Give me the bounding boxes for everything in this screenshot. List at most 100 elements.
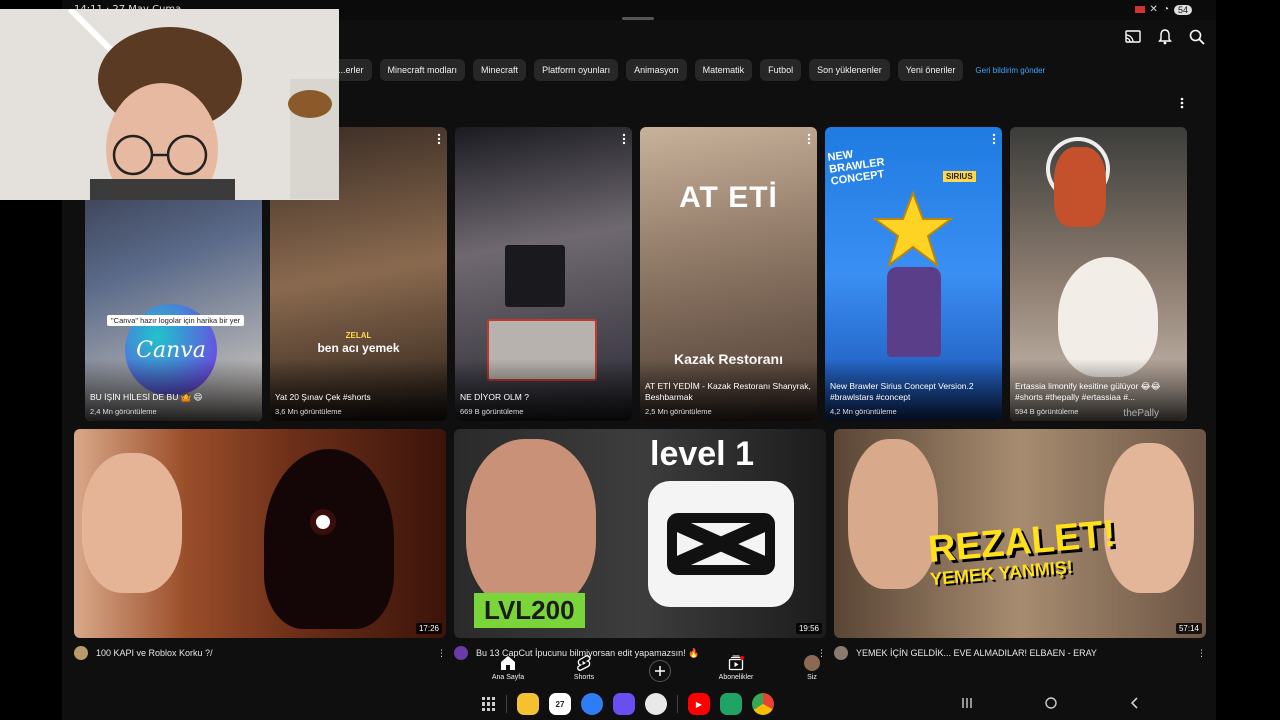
capcut-logo bbox=[648, 481, 794, 607]
notes-app-icon[interactable] bbox=[517, 693, 539, 715]
short-overlay-title: AT ETİ bbox=[679, 181, 778, 214]
chrome-app-icon[interactable] bbox=[752, 693, 774, 715]
nav-label: Ana Sayfa bbox=[491, 674, 525, 681]
short-views: 594 B görüntüleme bbox=[1015, 407, 1079, 416]
section-more-icon[interactable] bbox=[1180, 96, 1190, 112]
short-caption: "Canva" hazır logolar için harika bir ye… bbox=[107, 315, 245, 326]
chip-recently-uploaded[interactable]: Son yüklenenler bbox=[809, 59, 890, 81]
messages-app-icon[interactable] bbox=[581, 693, 603, 715]
face-shape bbox=[466, 439, 596, 609]
wifi-icon: ◔ bbox=[1162, 4, 1169, 15]
watermark-text: thePally bbox=[1123, 408, 1159, 419]
video-title: YEMEK İÇİN GELDİK... EVE ALMADILAR! ELBA… bbox=[856, 648, 1097, 658]
short-card[interactable]: AT ETİ Kazak Restoranı AT ETİ YEDİM - Ka… bbox=[640, 127, 817, 421]
video-overlay-title: level 1 bbox=[650, 435, 754, 473]
more-icon[interactable] bbox=[622, 133, 626, 145]
youtube-app-icon[interactable]: ▶ bbox=[688, 693, 710, 715]
short-views: 669 B görüntüleme bbox=[460, 407, 524, 416]
channel-avatar[interactable] bbox=[834, 646, 848, 660]
feedback-link[interactable]: Geri bildirim gönder bbox=[971, 66, 1049, 75]
calendar-app-icon[interactable]: 27 bbox=[549, 693, 571, 715]
monster-shape bbox=[264, 449, 394, 629]
dock-divider bbox=[506, 695, 507, 713]
nav-home[interactable]: Ana Sayfa bbox=[488, 654, 528, 681]
short-title: Ertassia limonify kesitine gülüyor 😂😂 #s… bbox=[1015, 381, 1161, 402]
nav-label: Shorts bbox=[573, 674, 595, 681]
video-meta[interactable]: 100 KAPI ve Roblox Korku ?/ ⋮ bbox=[74, 646, 446, 660]
more-icon[interactable]: ⋮ bbox=[437, 648, 446, 659]
short-overlay-text: ben acı yemek bbox=[317, 341, 400, 355]
more-icon[interactable]: ⋮ bbox=[1197, 648, 1206, 659]
chip-math[interactable]: Matematik bbox=[694, 59, 753, 81]
chat-panel bbox=[505, 245, 565, 307]
nav-subscriptions[interactable]: Abonelikler bbox=[716, 654, 756, 681]
video-thumbnail[interactable]: level 1 LVL200 19:56 bbox=[454, 429, 826, 638]
nav-you[interactable]: Siz bbox=[792, 654, 832, 681]
nav-label: Siz bbox=[807, 674, 817, 681]
short-views: 2,5 Mn görüntüleme bbox=[645, 407, 712, 416]
browser-app-icon[interactable] bbox=[613, 693, 635, 715]
short-title: Yat 20 Şınav Çek #shorts bbox=[275, 392, 371, 402]
more-icon[interactable] bbox=[992, 133, 996, 145]
shorts-icon bbox=[575, 654, 593, 672]
mute-icon: ✕ bbox=[1149, 4, 1158, 15]
webcam-overlay bbox=[0, 9, 339, 200]
more-icon[interactable] bbox=[807, 133, 811, 145]
nav-shorts[interactable]: Shorts bbox=[564, 654, 604, 681]
battery-badge: 54 bbox=[1173, 4, 1192, 15]
chip-animation[interactable]: Animasyon bbox=[626, 59, 687, 81]
face-shape bbox=[82, 453, 182, 593]
chip-minecraft[interactable]: Minecraft bbox=[473, 59, 527, 81]
video-duration: 57:14 bbox=[1175, 623, 1202, 634]
face-shape bbox=[1104, 443, 1194, 593]
camera-app-icon[interactable] bbox=[645, 693, 667, 715]
bell-icon[interactable] bbox=[1156, 28, 1174, 46]
short-card[interactable]: NE DİYOR OLM ? 669 B görüntüleme bbox=[455, 127, 632, 421]
system-taskbar: 27 ▶ bbox=[62, 688, 1216, 720]
drag-handle[interactable] bbox=[622, 17, 654, 20]
short-overlay-badge: SIRIUS bbox=[943, 171, 976, 182]
chip-minecraft-mods[interactable]: Minecraft modları bbox=[379, 59, 466, 81]
monster-eye bbox=[310, 509, 336, 535]
short-title: New Brawler Sirius Concept Version.2 #br… bbox=[830, 381, 974, 402]
store-app-icon[interactable] bbox=[720, 693, 742, 715]
short-card[interactable]: NEW BRAWLER CONCEPT SIRIUS New Brawler S… bbox=[825, 127, 1002, 421]
chip-new-recommendations[interactable]: Yeni öneriler bbox=[897, 59, 964, 81]
home-button-icon[interactable] bbox=[1044, 696, 1062, 712]
cast-icon[interactable] bbox=[1124, 28, 1142, 46]
character-body bbox=[887, 267, 941, 357]
channel-avatar[interactable] bbox=[454, 646, 468, 660]
chip-platform-games[interactable]: Platform oyunları bbox=[534, 59, 619, 81]
flag-icon bbox=[1134, 6, 1145, 13]
video-meta[interactable]: YEMEK İÇİN GELDİK... EVE ALMADILAR! ELBA… bbox=[834, 646, 1206, 660]
chip-football[interactable]: Futbol bbox=[760, 59, 802, 81]
star-character-icon bbox=[873, 190, 953, 268]
bottom-nav: Ana Sayfa Shorts Abonelikler Siz bbox=[488, 654, 832, 682]
you-avatar-icon bbox=[803, 654, 821, 672]
video-thumbnail[interactable]: REZALET! YEMEK YANMIŞ! 57:14 bbox=[834, 429, 1206, 638]
top-bar-actions bbox=[1124, 28, 1206, 46]
video-thumbnail[interactable]: 17:26 bbox=[74, 429, 446, 638]
hair-shape bbox=[1054, 147, 1106, 227]
more-icon[interactable] bbox=[437, 133, 441, 145]
recents-icon[interactable] bbox=[960, 696, 978, 712]
short-overlay-name: ZELAL bbox=[345, 331, 372, 340]
video-overlay-badge: LVL200 bbox=[474, 593, 585, 628]
face-shape bbox=[848, 439, 938, 589]
back-icon[interactable] bbox=[1128, 696, 1146, 712]
webcam-scene bbox=[0, 9, 339, 200]
short-views: 2,4 Mn görüntüleme bbox=[90, 407, 157, 416]
app-grid-icon[interactable] bbox=[482, 697, 496, 711]
nav-label: Abonelikler bbox=[718, 674, 754, 681]
filter-chips: ...erler Minecraft modları Minecraft Pla… bbox=[330, 59, 1049, 81]
short-title: AT ETİ YEDİM - Kazak Restoranı Shanyrak,… bbox=[645, 381, 811, 402]
nav-create[interactable] bbox=[640, 654, 680, 682]
subscriptions-icon bbox=[727, 654, 745, 672]
search-icon[interactable] bbox=[1188, 28, 1206, 46]
video-duration: 19:56 bbox=[795, 623, 822, 634]
short-overlay-title: NEW BRAWLER CONCEPT bbox=[826, 148, 886, 188]
create-icon bbox=[649, 660, 671, 682]
channel-avatar[interactable] bbox=[74, 646, 88, 660]
short-views: 3,6 Mn görüntüleme bbox=[275, 407, 342, 416]
short-card[interactable]: Ertassia limonify kesitine gülüyor 😂😂 #s… bbox=[1010, 127, 1187, 421]
